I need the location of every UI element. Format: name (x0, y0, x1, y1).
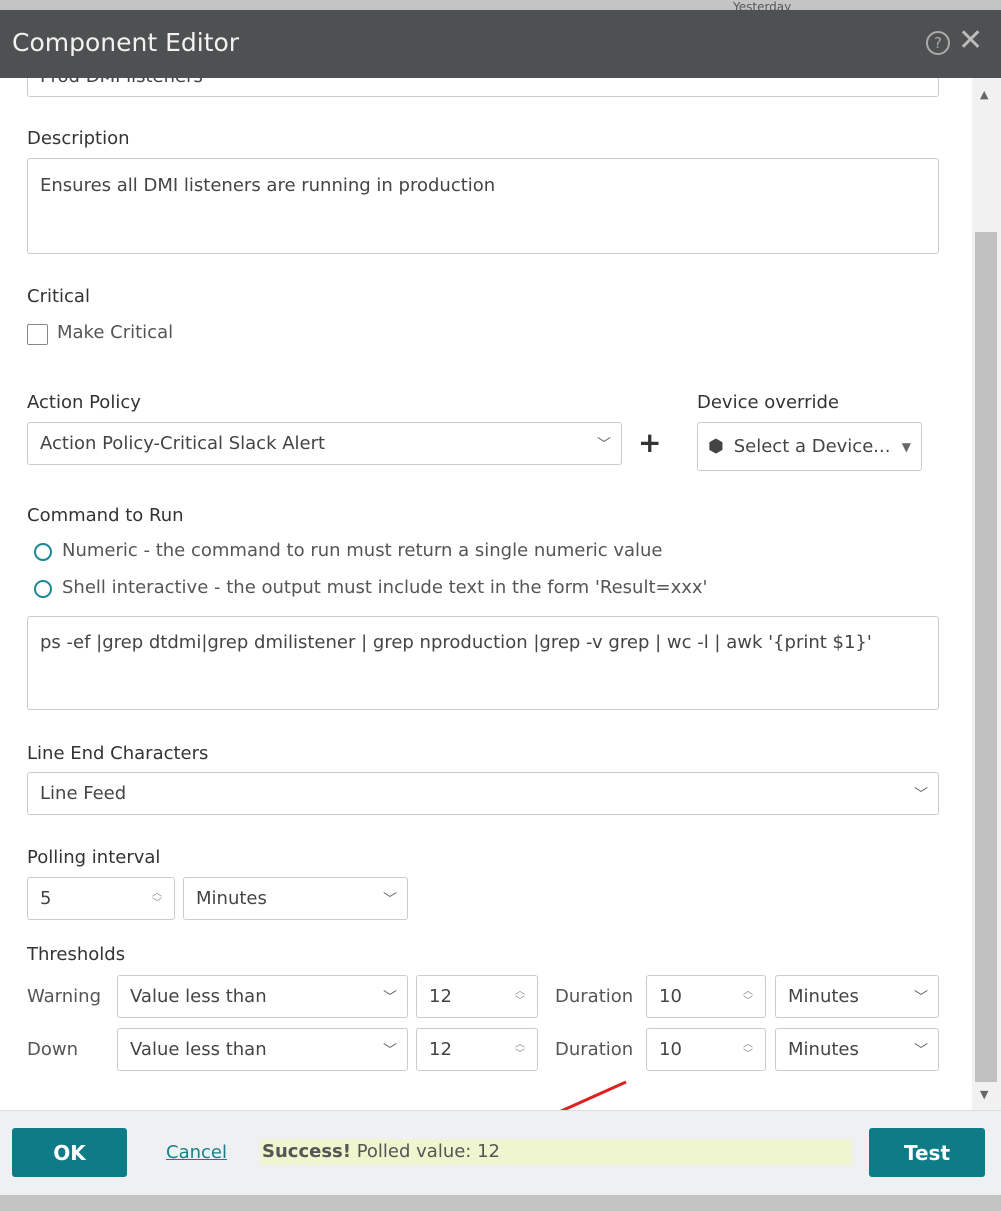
ok-button[interactable]: OK (12, 1128, 127, 1177)
spinner-icon[interactable]: ︿ ﹀ (743, 986, 753, 1007)
spinner-icon[interactable]: ︿ ﹀ (152, 888, 162, 909)
chevron-down-icon: ﹀ (383, 891, 397, 908)
radio-shell-label: Shell interactive - the output must incl… (62, 577, 708, 598)
status-text: Polled value: 12 (350, 1141, 500, 1162)
duration-input[interactable]: 10 ︿ ﹀ (646, 1028, 766, 1071)
threshold-condition-select[interactable]: Value less than ﹀ (117, 975, 408, 1018)
critical-label: Critical (27, 286, 90, 307)
action-policy-select[interactable]: Action Policy-Critical Slack Alert ﹀ (27, 422, 622, 465)
chevron-down-icon: ﹀ (914, 989, 928, 1006)
duration-label: Duration (555, 1039, 634, 1060)
command-label: Command to Run (27, 505, 184, 526)
polling-unit-select[interactable]: Minutes ﹀ (183, 877, 408, 920)
threshold-name: Warning (27, 986, 102, 1007)
duration-unit-select[interactable]: Minutes ﹀ (775, 975, 939, 1018)
duration-label: Duration (555, 986, 634, 1007)
description-value: Ensures all DMI listeners are running in… (40, 175, 496, 196)
name-input[interactable]: Prod DMI listeners (27, 78, 939, 97)
chevron-down-icon: ﹀ (597, 436, 611, 453)
unit-value: Minutes (788, 1039, 859, 1060)
threshold-value: 12 (429, 986, 452, 1007)
dialog-title: Component Editor (12, 28, 240, 57)
background-page (0, 0, 1001, 10)
scrollbar-thumb[interactable] (975, 232, 997, 1082)
status-bold: Success! (262, 1141, 351, 1162)
test-button[interactable]: Test (869, 1128, 985, 1177)
chevron-down-icon: ﹀ (383, 1042, 397, 1059)
threshold-value-input[interactable]: 12 ︿ ﹀ (416, 975, 538, 1018)
line-end-value: Line Feed (40, 783, 127, 804)
caret-down-icon: ▼ (901, 439, 911, 454)
thresholds-label: Thresholds (27, 944, 126, 965)
duration-value: 10 (659, 1039, 682, 1060)
duration-input[interactable]: 10 ︿ ﹀ (646, 975, 766, 1018)
duration-unit-select[interactable]: Minutes ﹀ (775, 1028, 939, 1071)
radio-shell-interactive[interactable] (34, 580, 52, 598)
chevron-down-icon: ﹀ (914, 1042, 928, 1059)
line-end-label: Line End Characters (27, 743, 209, 764)
description-textarea[interactable]: Ensures all DMI listeners are running in… (27, 158, 939, 254)
close-icon[interactable]: ✕ (958, 23, 983, 58)
scroll-down-icon[interactable]: ▼ (980, 1088, 988, 1101)
unit-value: Minutes (788, 986, 859, 1007)
dialog-body: Prod DMI listeners Description Ensures a… (0, 78, 972, 1110)
condition-value: Value less than (130, 1039, 267, 1060)
dialog-footer: OK Cancel Success! Polled value: 12 Test (0, 1110, 1001, 1195)
cancel-link[interactable]: Cancel (166, 1142, 227, 1163)
condition-value: Value less than (130, 986, 267, 1007)
polling-interval-input[interactable]: 5 ︿ ﹀ (27, 877, 175, 920)
threshold-condition-select[interactable]: Value less than ﹀ (117, 1028, 408, 1071)
polling-label: Polling interval (27, 847, 161, 868)
spinner-icon[interactable]: ︿ ﹀ (743, 1039, 753, 1060)
cube-icon: ⬢ (708, 436, 724, 457)
make-critical-checkbox[interactable] (27, 324, 48, 345)
polling-value: 5 (40, 888, 52, 909)
description-label: Description (27, 128, 130, 149)
threshold-value-input[interactable]: 12 ︿ ﹀ (416, 1028, 538, 1071)
action-policy-label: Action Policy (27, 392, 141, 413)
spinner-icon[interactable]: ︿ ﹀ (515, 1039, 525, 1060)
action-policy-value: Action Policy-Critical Slack Alert (40, 433, 326, 454)
radio-numeric[interactable] (34, 543, 52, 561)
scroll-up-icon[interactable]: ▲ (980, 88, 988, 101)
device-override-value: Select a Device... (733, 436, 891, 457)
spinner-icon[interactable]: ︿ ﹀ (515, 986, 525, 1007)
make-critical-label: Make Critical (57, 322, 174, 343)
chevron-down-icon: ﹀ (383, 989, 397, 1006)
threshold-name: Down (27, 1039, 79, 1060)
add-policy-button[interactable]: + (638, 426, 661, 459)
name-value: Prod DMI listeners (40, 78, 203, 87)
dialog-title-bar: Component Editor ? ✕ (0, 10, 1001, 78)
command-value: ps -ef |grep dtdmi|grep dmilistener | gr… (40, 632, 872, 653)
status-message: Success! Polled value: 12 (260, 1139, 852, 1165)
line-end-select[interactable]: Line Feed ﹀ (27, 772, 939, 815)
radio-numeric-label: Numeric - the command to run must return… (62, 540, 663, 561)
duration-value: 10 (659, 986, 682, 1007)
threshold-value: 12 (429, 1039, 452, 1060)
device-override-select[interactable]: ⬢ Select a Device... ▼ (697, 422, 922, 471)
command-textarea[interactable]: ps -ef |grep dtdmi|grep dmilistener | gr… (27, 616, 939, 710)
help-icon[interactable]: ? (926, 31, 950, 55)
device-override-label: Device override (697, 392, 840, 413)
chevron-down-icon: ﹀ (914, 786, 928, 803)
polling-unit-value: Minutes (196, 888, 267, 909)
